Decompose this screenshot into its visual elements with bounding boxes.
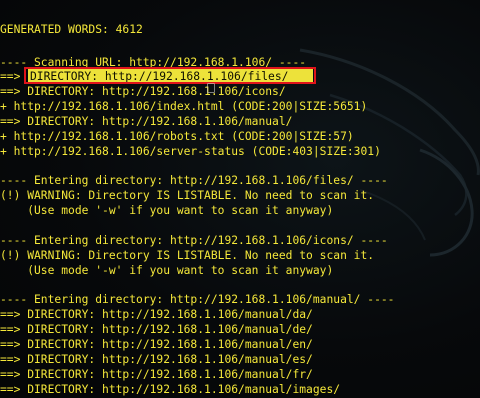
entering-directory-line: ---- Entering directory: http://192.168.…	[0, 174, 388, 187]
entering-directory-line: ---- Entering directory: http://192.168.…	[0, 234, 388, 247]
warning-line: (!) WARNING: Directory IS LISTABLE. No n…	[0, 249, 375, 262]
warning-line: (!) WARNING: Directory IS LISTABLE. No n…	[0, 189, 375, 202]
directory-arrow-prefix: ==>	[0, 70, 28, 83]
found-file-line: + http://192.168.1.106/robots.txt (CODE:…	[0, 130, 354, 143]
scanning-url-line: ---- Scanning URL: http://192.168.1.106/…	[0, 56, 307, 69]
directory-line: ==> DIRECTORY: http://192.168.1.106/manu…	[0, 353, 313, 366]
mouse-cursor-icon	[207, 83, 215, 93]
hint-line: (Use mode '-w' if you want to scan it an…	[0, 204, 334, 217]
directory-line: ==> DIRECTORY: http://192.168.1.106/manu…	[0, 368, 313, 381]
directory-line: ==> DIRECTORY: http://192.168.1.106/manu…	[0, 383, 341, 396]
terminal-window[interactable]: GENERATED WORDS: 4612 ---- Scanning URL:…	[0, 0, 480, 398]
directory-line: ==> DIRECTORY: http://192.168.1.106/manu…	[0, 323, 313, 336]
found-file-line: + http://192.168.1.106/server-status (CO…	[0, 145, 381, 158]
found-file-line: + http://192.168.1.106/index.html (CODE:…	[0, 100, 368, 113]
selected-directory-line[interactable]: DIRECTORY: http://192.168.1.106/files/	[30, 69, 288, 84]
hint-line: (Use mode '-w' if you want to scan it an…	[0, 264, 334, 277]
directory-line: ==> DIRECTORY: http://192.168.1.106/manu…	[0, 308, 313, 321]
generated-words-line: GENERATED WORDS: 4612	[0, 23, 143, 36]
entering-directory-line: ---- Entering directory: http://192.168.…	[0, 293, 395, 306]
directory-line: ==> DIRECTORY: http://192.168.1.106/manu…	[0, 338, 313, 351]
directory-line: ==> DIRECTORY: http://192.168.1.106/manu…	[0, 115, 293, 128]
directory-line: ==> DIRECTORY: http://192.168.1.106/icon…	[0, 85, 286, 98]
